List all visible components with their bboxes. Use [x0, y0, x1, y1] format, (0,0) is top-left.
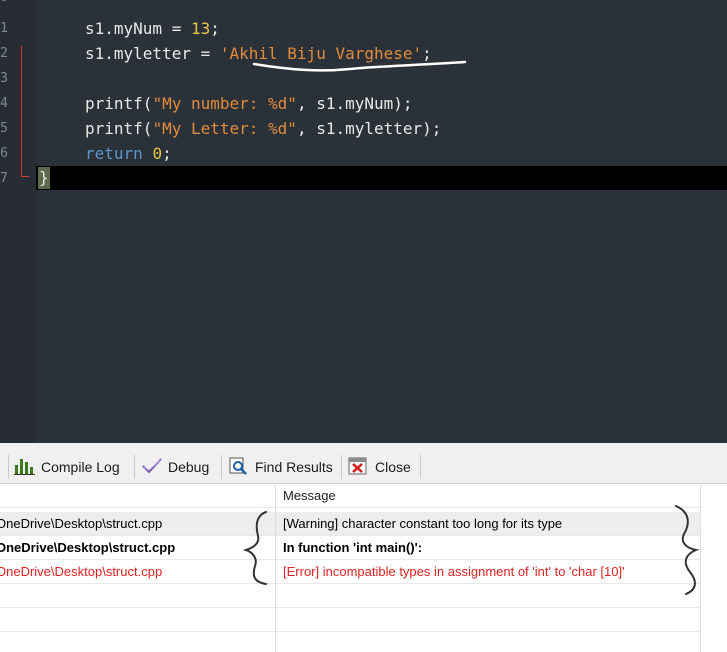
code-line-printf-number[interactable]: printf("My number: %d", s1.myNum);: [85, 92, 413, 116]
tab-compile-log-label: Compile Log: [41, 459, 120, 475]
tab-close-label: Close: [375, 459, 411, 475]
compiler-messages-table: Message OneDrive\Desktop\struct.cpp [War…: [0, 484, 727, 652]
line-number: 4: [0, 96, 8, 111]
bottom-panel-tabs: Compile Log Debug Find Results Close: [0, 443, 727, 484]
fold-marker-end: [21, 176, 29, 177]
tab-separator: [221, 455, 222, 479]
line-number: 3: [0, 71, 8, 86]
tab-separator: [341, 455, 342, 479]
line-number: 2: [0, 46, 8, 61]
fold-marker-line: [21, 46, 22, 176]
tab-close[interactable]: Close: [348, 456, 411, 478]
code-line-return[interactable]: return 0;: [85, 142, 172, 166]
tab-find-results-label: Find Results: [255, 459, 333, 475]
current-line-highlight: [36, 166, 727, 190]
handwritten-braces: [242, 505, 700, 595]
line-number: 5: [0, 121, 8, 136]
magnifier-icon: [228, 457, 250, 478]
handwritten-underline: [252, 60, 467, 72]
line-number: 0: [0, 0, 8, 10]
tab-separator: [8, 455, 9, 479]
tab-debug[interactable]: Debug: [141, 456, 209, 478]
closing-brace[interactable]: }: [38, 167, 50, 189]
code-line-mynum[interactable]: s1.myNum = 13;: [85, 17, 220, 41]
tab-find-results[interactable]: Find Results: [228, 456, 333, 478]
code-editor[interactable]: 0 1 2 3 4 5 6 7 s1.myNum = 13; s1.mylett…: [0, 0, 727, 443]
close-window-icon: [348, 457, 370, 478]
line-number: 7: [0, 171, 8, 186]
checkmark-icon: [141, 457, 163, 478]
bar-chart-icon: [14, 457, 36, 478]
tab-compile-log[interactable]: Compile Log: [14, 456, 120, 478]
line-number: 6: [0, 146, 8, 161]
line-number-gutter: 0 1 2 3 4 5 6 7: [0, 0, 36, 443]
tab-separator: [134, 455, 135, 479]
tab-debug-label: Debug: [168, 459, 210, 475]
line-number: 1: [0, 21, 8, 36]
code-line-printf-letter[interactable]: printf("My Letter: %d", s1.myletter);: [85, 117, 441, 141]
tab-separator: [420, 455, 421, 479]
